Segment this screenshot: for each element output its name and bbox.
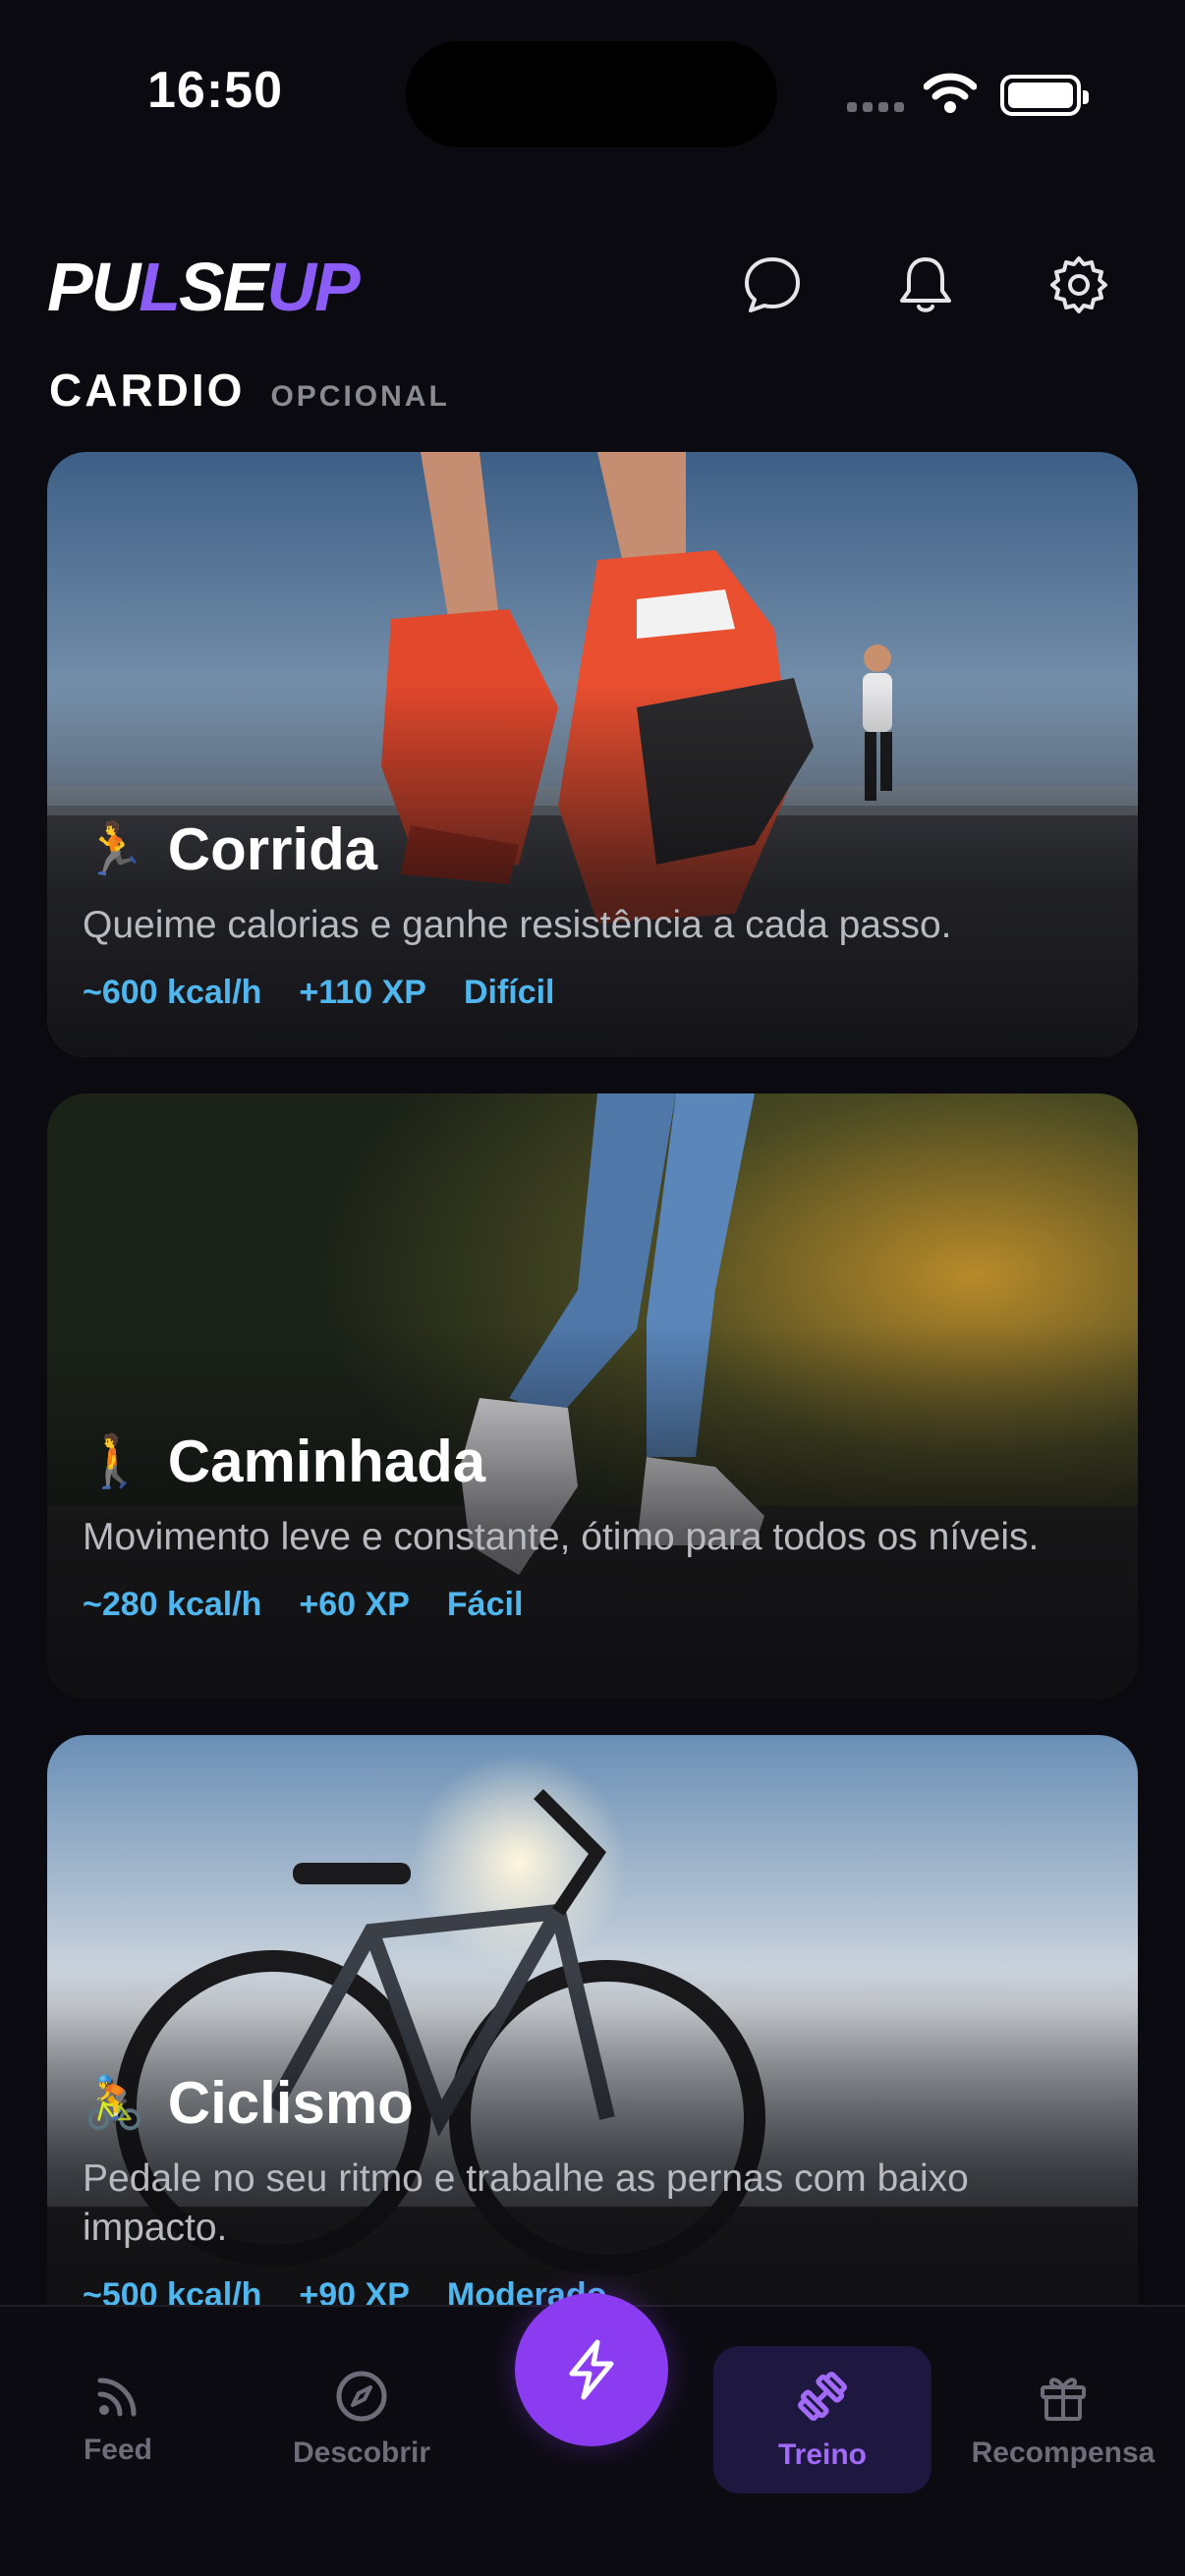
battery-icon (1000, 75, 1089, 116)
cellular-signal-icon (847, 102, 904, 112)
card-title: Ciclismo (167, 2070, 414, 2136)
xp-stat: +60 XP (299, 1586, 410, 1623)
app-header: PULSEUP (0, 226, 1185, 334)
nav-item-rewards[interactable]: Recompensa (955, 2346, 1171, 2493)
card-title: Caminhada (167, 1428, 486, 1494)
nav-item-feed[interactable]: Feed (10, 2346, 226, 2493)
dynamic-island (406, 41, 777, 147)
bell-icon (900, 257, 951, 312)
difficulty-stat: Fácil (446, 1586, 524, 1623)
settings-button[interactable] (1040, 246, 1118, 324)
rss-icon (97, 2378, 137, 2417)
nav-label: Descobrir (292, 2436, 431, 2469)
nav-item-workout[interactable]: Treino (713, 2346, 931, 2493)
messages-button[interactable] (733, 246, 812, 324)
compass-icon (336, 2371, 387, 2422)
gear-icon (1050, 256, 1107, 313)
workout-screen: 16:50 PULSEUP CARDIO OPCIONAL 🏃 Corrida … (0, 0, 1185, 2576)
chat-bubble-icon (745, 257, 800, 312)
running-emoji-icon: 🏃 (83, 820, 146, 878)
nav-item-discover[interactable]: Descobrir (254, 2346, 470, 2493)
quick-start-button[interactable] (515, 2293, 668, 2446)
gift-icon (1041, 2378, 1086, 2421)
pulseup-logo: PULSEUP (47, 249, 361, 325)
section-title: CARDIO (49, 364, 246, 416)
card-description: Pedale no seu ritmo e trabalhe as pernas… (83, 2157, 969, 2249)
nav-label: Feed (83, 2434, 153, 2466)
nav-label: Treino (777, 2438, 867, 2471)
cardio-card-cycling[interactable]: 🚴 Ciclismo Pedale no seu ritmo e trabalh… (47, 1735, 1138, 2340)
card-info: 🚶 Caminhada Movimento leve e constante, … (83, 1428, 1102, 1624)
card-title: Corrida (167, 816, 378, 882)
wifi-icon (924, 73, 977, 113)
section-header: CARDIO OPCIONAL (49, 364, 450, 417)
card-info: 🏃 Corrida Queime calorias e ganhe resist… (83, 815, 1102, 1012)
kcal-stat: ~280 kcal/h (83, 1586, 262, 1623)
status-time: 16:50 (147, 62, 283, 119)
difficulty-stat: Difícil (463, 974, 555, 1011)
cardio-card-walking[interactable]: 🚶 Caminhada Movimento leve e constante, … (47, 1093, 1138, 1699)
notifications-button[interactable] (886, 246, 965, 324)
card-description: Queime calorias e ganhe resistência a ca… (83, 904, 952, 946)
status-bar: 16:50 (0, 0, 1185, 187)
nav-label: Recompensa (971, 2436, 1156, 2469)
xp-stat: +110 XP (299, 974, 426, 1011)
lightning-icon (569, 2339, 614, 2400)
card-info: 🚴 Ciclismo Pedale no seu ritmo e trabalh… (83, 2069, 1102, 2315)
walking-emoji-icon: 🚶 (83, 1432, 146, 1490)
card-description: Movimento leve e constante, ótimo para t… (83, 1516, 1040, 1558)
cycling-emoji-icon: 🚴 (83, 2074, 146, 2132)
kcal-stat: ~600 kcal/h (83, 974, 262, 1011)
card-stats: ~600 kcal/h +110 XP Difícil (83, 974, 1102, 1012)
card-stats: ~280 kcal/h +60 XP Fácil (83, 1586, 1102, 1624)
section-subtitle: OPCIONAL (270, 380, 450, 413)
cardio-card-running[interactable]: 🏃 Corrida Queime calorias e ganhe resist… (47, 452, 1138, 1057)
dumbbell-icon (797, 2371, 848, 2422)
